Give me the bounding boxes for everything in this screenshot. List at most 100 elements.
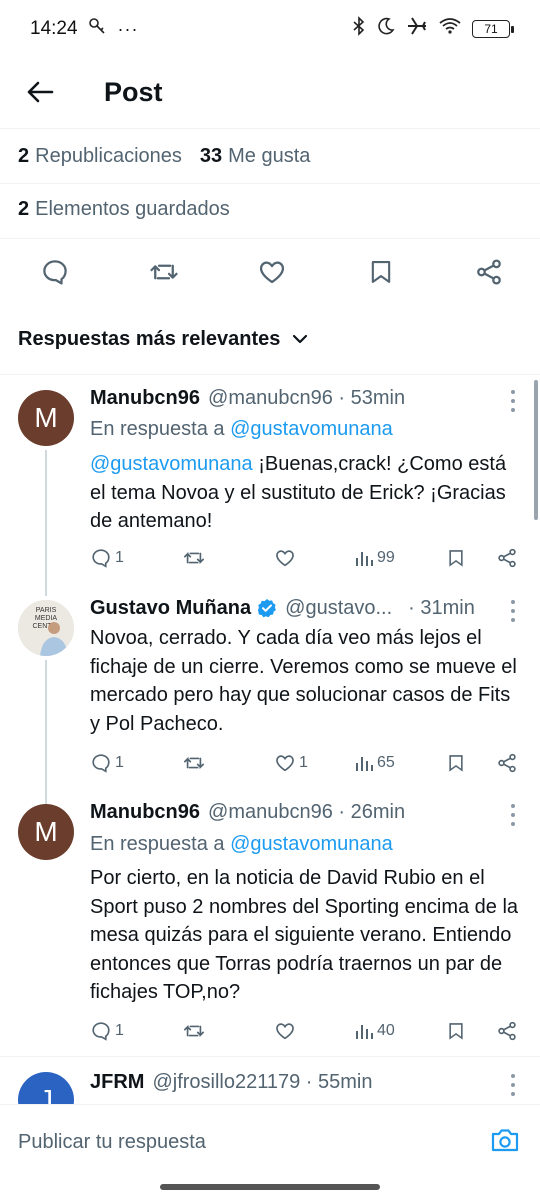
repost-button[interactable]	[147, 255, 181, 289]
reply-button[interactable]	[38, 255, 72, 289]
svg-text:PARIS: PARIS	[36, 607, 57, 614]
engagement-stats: 2 Republicaciones 33 Me gusta	[0, 128, 540, 184]
tweet-text: Novoa, cerrado. Y cada día veo más lejos…	[90, 627, 517, 735]
likes-stat[interactable]: 33 Me gusta	[200, 145, 311, 168]
more-options-icon[interactable]	[510, 390, 516, 412]
author-name[interactable]: JFRM	[90, 1071, 144, 1094]
bookmark-button[interactable]	[446, 1020, 488, 1042]
repost-icon	[184, 1024, 204, 1038]
author-name[interactable]: Manubcn96	[90, 387, 200, 410]
author-handle: @jfrosillo221179 · 55min	[152, 1070, 373, 1093]
tweet-actions: 1 1 65	[90, 748, 518, 778]
like-count: 1	[299, 754, 308, 771]
comment-icon	[92, 549, 110, 568]
airplane-icon	[406, 16, 428, 42]
share-button[interactable]	[496, 1020, 518, 1042]
tweet-text: Por cierto, en la noticia de David Rubio…	[90, 867, 519, 1003]
like-button[interactable]	[274, 547, 354, 569]
tweet-header: Manubcn96 @manubcn96 · 53min	[90, 384, 510, 412]
thread-line	[45, 450, 47, 596]
bookmark-icon	[449, 550, 463, 567]
reply-to-link[interactable]: @gustavomunana	[230, 833, 393, 855]
views-button[interactable]: 65	[354, 753, 446, 773]
key-icon	[88, 16, 108, 42]
reply-tweet[interactable]: M Manubcn96 @manubcn96 · 26min En respue…	[0, 790, 540, 1054]
avatar[interactable]: PARIS MEDIA CENT	[18, 600, 74, 656]
tweet-header: Manubcn96 @manubcn96 · 26min	[90, 798, 510, 826]
like-button[interactable]	[274, 1020, 354, 1042]
tweet-actions: 1 99	[90, 543, 518, 573]
share-icon	[498, 753, 516, 773]
bookmark-button[interactable]	[446, 752, 488, 774]
moon-icon	[376, 16, 396, 42]
replies-sort-dropdown[interactable]: Respuestas más relevantes	[0, 316, 540, 362]
views-count: 99	[377, 549, 395, 566]
author-name[interactable]: Manubcn96	[90, 801, 200, 824]
share-icon	[498, 548, 516, 568]
views-count: 40	[377, 1022, 395, 1039]
reply-button[interactable]: 1	[90, 752, 182, 774]
heart-icon	[276, 755, 294, 772]
share-button[interactable]	[472, 255, 506, 289]
bookmark-button[interactable]	[364, 255, 398, 289]
status-time: 14:24	[30, 18, 78, 39]
bookmark-icon	[449, 1023, 463, 1040]
camera-button[interactable]	[490, 1126, 520, 1159]
reply-count: 1	[115, 1022, 124, 1039]
avatar[interactable]: M	[18, 390, 74, 446]
like-button[interactable]	[255, 255, 289, 289]
reply-tweet[interactable]: J JFRM @jfrosillo221179 · 55min	[0, 1058, 540, 1104]
top-app-bar: Post	[0, 58, 540, 126]
views-button[interactable]: 40	[354, 1021, 446, 1041]
mention-link[interactable]: @gustavomunana	[90, 453, 253, 475]
home-indicator[interactable]	[160, 1184, 380, 1190]
reposts-stat[interactable]: 2 Republicaciones	[18, 145, 182, 168]
camera-icon	[491, 1129, 519, 1152]
like-button[interactable]: 1	[274, 752, 354, 774]
reply-count: 1	[115, 549, 124, 566]
comment-icon	[92, 754, 110, 773]
tweet-text: @gustavomunana ¡Buenas,crack! ¿Como está…	[90, 453, 507, 532]
share-icon	[477, 259, 501, 284]
share-button[interactable]	[496, 547, 518, 569]
bar-chart-icon	[356, 757, 373, 771]
reply-tweet[interactable]: M Manubcn96 @manubcn96 · 53min En respue…	[0, 376, 540, 596]
views-button[interactable]: 99	[354, 548, 446, 568]
more-options-icon[interactable]	[510, 600, 516, 622]
chevron-down-icon	[293, 334, 308, 344]
reply-composer[interactable]: Publicar tu respuesta	[0, 1104, 540, 1180]
post-action-bar	[0, 238, 540, 304]
author-handle: @manubcn96 · 26min	[208, 800, 406, 823]
avatar[interactable]: J	[18, 1072, 74, 1104]
profile-photo: PARIS MEDIA CENT	[18, 600, 74, 656]
reply-tweet[interactable]: PARIS MEDIA CENT Gustavo Muñana @gustavo…	[0, 586, 540, 806]
reply-button[interactable]: 1	[90, 547, 182, 569]
page-title: Post	[104, 76, 163, 107]
tweet-actions: 1 40	[90, 1016, 518, 1046]
views-count: 65	[377, 754, 395, 771]
reply-button[interactable]: 1	[90, 1020, 182, 1042]
sort-label: Respuestas más relevantes	[18, 327, 281, 350]
reply-input[interactable]: Publicar tu respuesta	[18, 1131, 206, 1154]
share-button[interactable]	[496, 752, 518, 774]
repost-icon	[184, 551, 204, 565]
repost-button[interactable]	[182, 1020, 274, 1042]
bookmarks-stat[interactable]: 2 Elementos guardados	[0, 184, 540, 234]
reply-to-link[interactable]: @gustavomunana	[230, 418, 393, 440]
back-button[interactable]	[0, 58, 80, 126]
repost-button[interactable]	[182, 752, 274, 774]
bookmark-button[interactable]	[446, 547, 488, 569]
heart-icon	[276, 1023, 294, 1040]
tweet-header: Gustavo Muñana @gustavo... · 31min	[90, 594, 510, 622]
avatar[interactable]: M	[18, 804, 74, 860]
repost-button[interactable]	[182, 547, 274, 569]
author-name[interactable]: Gustavo Muñana	[90, 597, 251, 620]
reply-context: En respuesta a @gustavomunana	[90, 833, 393, 855]
reply-context: En respuesta a @gustavomunana	[90, 418, 393, 440]
wifi-icon	[438, 16, 462, 42]
bar-chart-icon	[356, 552, 373, 566]
author-handle: @gustavo...	[285, 596, 393, 619]
more-options-icon[interactable]	[510, 1074, 516, 1096]
bar-chart-icon	[356, 1025, 373, 1039]
more-options-icon[interactable]	[510, 804, 516, 826]
